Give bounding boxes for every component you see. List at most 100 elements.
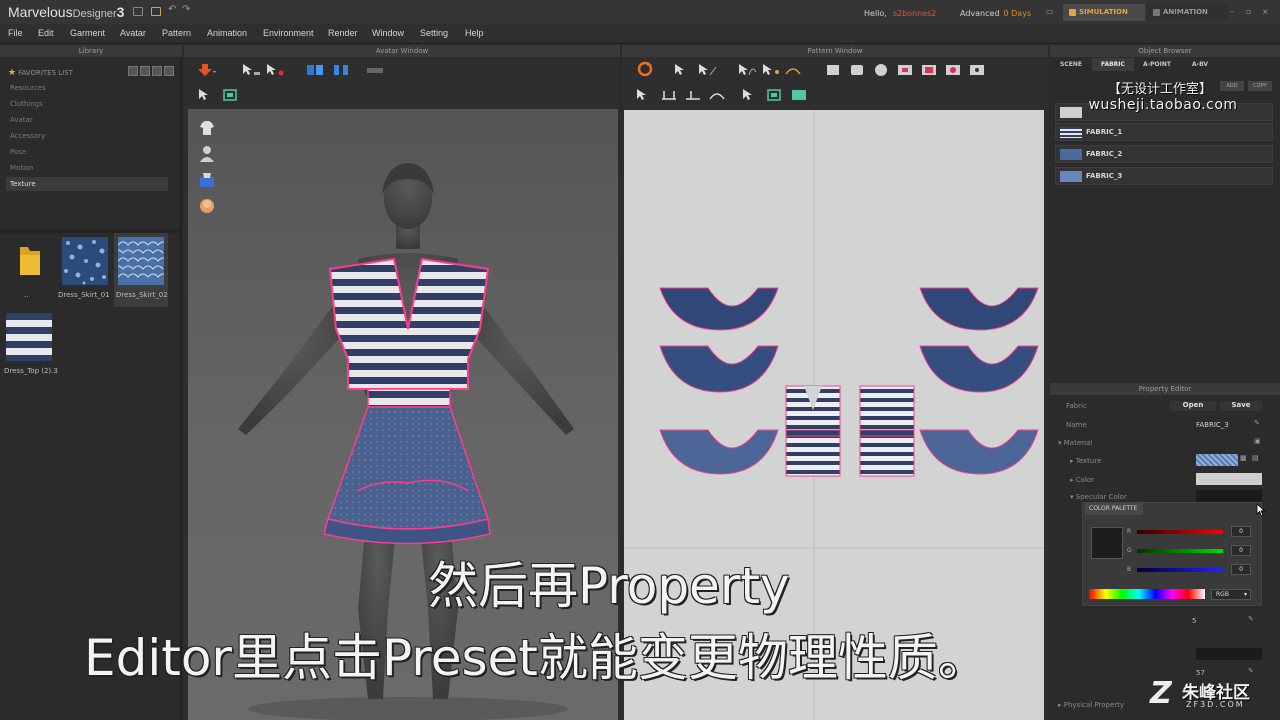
thumbnail-dress-skirt-01[interactable]: Dress_Skirt_01: [58, 233, 112, 307]
simulate-icon[interactable]: [196, 62, 218, 78]
select-mesh-pattern-icon[interactable]: [740, 87, 762, 103]
window-close-icon[interactable]: ×: [1262, 8, 1270, 16]
blue-slider[interactable]: [1137, 568, 1223, 572]
color-spectrum[interactable]: [1089, 589, 1205, 599]
thumbnail-dress-top[interactable]: Dress_Top (2).3: [2, 309, 58, 383]
color-swatch-dark[interactable]: [1196, 648, 1262, 660]
curve-point-icon[interactable]: [782, 62, 804, 78]
menu-window[interactable]: Window: [372, 28, 404, 38]
fabric-item-3[interactable]: FABRIC_3: [1055, 167, 1273, 185]
texture-clear-icon[interactable]: ▤: [1252, 454, 1259, 462]
transform-pattern-icon[interactable]: [672, 62, 694, 78]
menu-setting[interactable]: Setting: [420, 28, 448, 38]
specular-swatch[interactable]: [1196, 490, 1262, 502]
segment-sewing-icon[interactable]: [658, 87, 680, 103]
edit-icon[interactable]: ✎: [1248, 615, 1254, 623]
library-item-motion[interactable]: Motion: [10, 164, 34, 172]
material-icon[interactable]: ▣: [1254, 437, 1261, 445]
measure-icon[interactable]: [364, 62, 386, 78]
circle-icon[interactable]: [870, 62, 892, 78]
green-value[interactable]: 0: [1231, 545, 1251, 556]
chart-icon[interactable]: [133, 7, 143, 16]
user-name[interactable]: s2bonnes2: [893, 9, 937, 18]
menu-help[interactable]: Help: [465, 28, 484, 38]
favorites-list[interactable]: ★ FAVORITES LIST: [8, 68, 73, 78]
tab-a-point[interactable]: A-POINT: [1136, 58, 1178, 71]
tab-animation[interactable]: ANIMATION: [1147, 4, 1227, 21]
blue-value[interactable]: 0: [1231, 564, 1251, 575]
add-icon[interactable]: [140, 66, 150, 76]
menu-render[interactable]: Render: [328, 28, 358, 38]
menu-animation[interactable]: Animation: [207, 28, 247, 38]
value-5[interactable]: 5: [1192, 617, 1196, 625]
tab-scene[interactable]: SCENE: [1054, 58, 1088, 71]
tab-a-bv[interactable]: A-BV: [1180, 58, 1220, 71]
red-slider[interactable]: [1137, 530, 1223, 534]
save-button[interactable]: Save: [1220, 401, 1262, 411]
tab-fabric[interactable]: FABRIC: [1092, 58, 1134, 71]
thumbnail-parent-folder[interactable]: ..: [2, 233, 56, 307]
internal-circle-icon[interactable]: [942, 62, 964, 78]
copy-fabric-button[interactable]: COPY: [1248, 81, 1272, 91]
tab-simulation[interactable]: SIMULATION: [1063, 4, 1145, 21]
edit-icon[interactable]: [152, 66, 162, 76]
library-item-pose[interactable]: Pose: [10, 148, 26, 156]
internal-rectangle-icon[interactable]: [918, 62, 940, 78]
fabric-item-2[interactable]: FABRIC_2: [1055, 145, 1273, 163]
delete-icon[interactable]: [164, 66, 174, 76]
polygon-icon[interactable]: [822, 62, 844, 78]
garment-shirt-icon[interactable]: [198, 119, 216, 137]
name-value[interactable]: FABRIC_3: [1196, 421, 1229, 429]
texture-browse-icon[interactable]: ▦: [1240, 454, 1247, 462]
rename-icon[interactable]: ✎: [1254, 419, 1260, 427]
box-select-icon[interactable]: [220, 87, 242, 103]
select-mesh-icon[interactable]: [264, 62, 286, 78]
internal-polygon-icon[interactable]: [894, 62, 916, 78]
refresh-icon[interactable]: [128, 66, 138, 76]
menu-garment[interactable]: Garment: [70, 28, 105, 38]
library-item-clothings[interactable]: Clothings: [10, 100, 43, 108]
window-minimize-icon[interactable]: –: [1230, 8, 1238, 16]
menu-environment[interactable]: Environment: [263, 28, 314, 38]
undo-icon[interactable]: ↶: [168, 4, 178, 15]
free-sewing-icon[interactable]: [682, 87, 704, 103]
fold-icon[interactable]: [304, 62, 326, 78]
refresh-pattern-icon[interactable]: [634, 60, 656, 77]
menu-edit[interactable]: Edit: [38, 28, 54, 38]
menu-avatar[interactable]: Avatar: [120, 28, 146, 38]
edit-icon[interactable]: ✎: [1248, 667, 1254, 675]
dart-icon[interactable]: [966, 62, 988, 78]
avatar-head-icon[interactable]: [198, 197, 216, 215]
edit-sewing-icon[interactable]: [706, 87, 728, 103]
avatar-bust-icon[interactable]: [198, 145, 216, 163]
fabric-item-1[interactable]: FABRIC_1: [1055, 123, 1273, 141]
color-swatch[interactable]: [1196, 473, 1262, 485]
texture-preview[interactable]: [1196, 454, 1238, 466]
edit-point-icon[interactable]: [696, 62, 718, 78]
red-value[interactable]: 0: [1231, 526, 1251, 537]
arrangement-icon[interactable]: [198, 171, 216, 189]
color-mode-select[interactable]: RGB ▾: [1211, 589, 1251, 600]
add-point-icon[interactable]: [760, 62, 782, 78]
green-slider[interactable]: [1137, 549, 1223, 553]
menu-pattern[interactable]: Pattern: [162, 28, 191, 38]
menu-file[interactable]: File: [8, 28, 23, 38]
select-move-icon[interactable]: [240, 62, 262, 78]
physical-property-label[interactable]: ▸ Physical Property: [1058, 701, 1124, 709]
select-pattern-icon[interactable]: [634, 87, 656, 103]
folder-icon[interactable]: [151, 7, 161, 16]
library-item-accessory[interactable]: Accessory: [10, 132, 45, 140]
library-item-avatar[interactable]: Avatar: [10, 116, 33, 124]
texture-edit-icon[interactable]: [764, 87, 786, 103]
tack-icon[interactable]: [330, 62, 352, 78]
library-item-resources[interactable]: Resources: [10, 84, 46, 92]
edit-curve-icon[interactable]: [736, 62, 758, 78]
minimize-icon[interactable]: ▭: [1046, 8, 1054, 16]
select-icon[interactable]: [196, 87, 218, 103]
window-maximize-icon[interactable]: ▫: [1246, 8, 1254, 16]
texture-transform-icon[interactable]: [788, 87, 810, 103]
open-button[interactable]: Open: [1170, 401, 1216, 411]
thumbnail-dress-skirt-02[interactable]: Dress_Skirt_02: [114, 233, 168, 307]
redo-icon[interactable]: ↷: [182, 4, 192, 15]
rectangle-icon[interactable]: [846, 62, 868, 78]
